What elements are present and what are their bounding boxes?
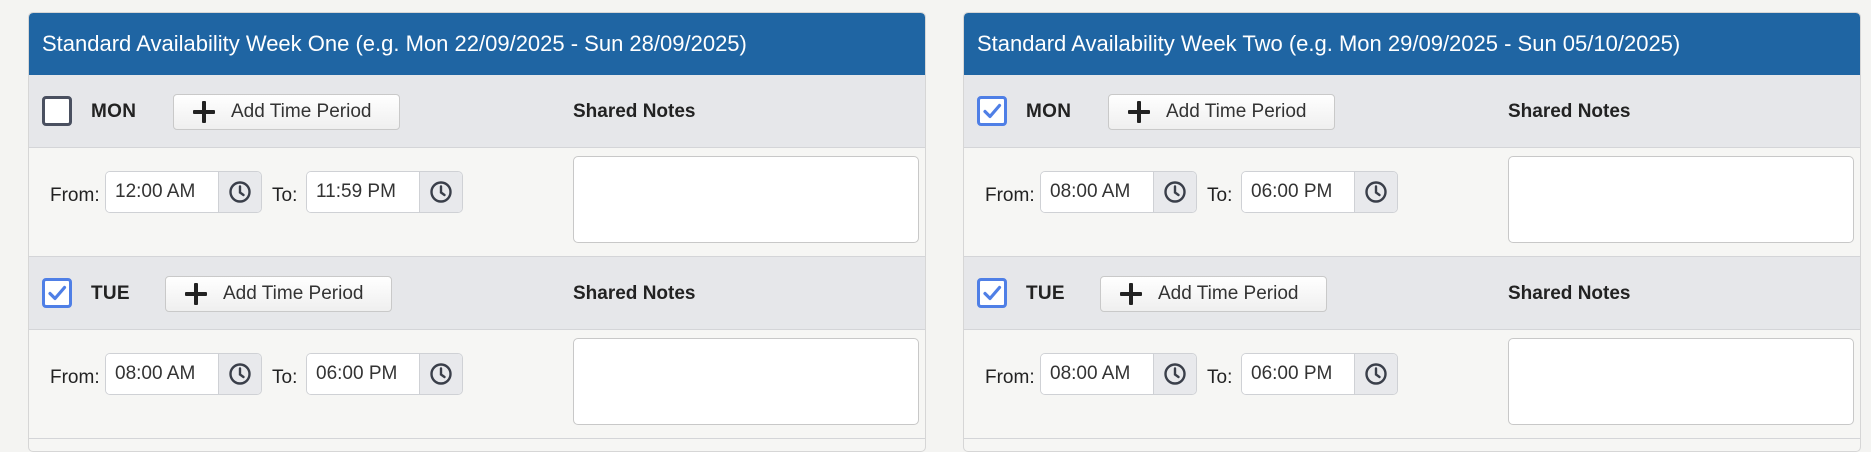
clock-icon[interactable]: [218, 354, 261, 394]
day-label: TUE: [1026, 283, 1065, 304]
add-time-period-button[interactable]: Add Time Period: [165, 276, 392, 312]
day-body-mon: From: To:: [964, 148, 1860, 257]
from-time-input[interactable]: [106, 172, 218, 212]
from-label: From:: [985, 185, 1035, 206]
from-label: From:: [50, 185, 100, 206]
clock-icon[interactable]: [419, 354, 462, 394]
day-body-mon: From: To:: [29, 148, 925, 257]
day-header-tue: TUE Add Time Period Shared Notes: [964, 257, 1860, 330]
week-two-title: Standard Availability Week Two (e.g. Mon…: [964, 13, 1860, 75]
from-label: From:: [50, 367, 100, 388]
to-time-group: [306, 353, 463, 395]
mon-checkbox[interactable]: [42, 96, 72, 126]
to-time-group: [306, 171, 463, 213]
to-label: To:: [1207, 367, 1233, 388]
clock-icon[interactable]: [1153, 172, 1196, 212]
week-two-panel: Standard Availability Week Two (e.g. Mon…: [963, 12, 1861, 452]
day-label: TUE: [91, 283, 130, 304]
shared-notes-label: Shared Notes: [573, 101, 696, 122]
mon-checkbox[interactable]: [977, 96, 1007, 126]
day-body-tue: From: To:: [964, 330, 1860, 439]
to-time-group: [1241, 353, 1398, 395]
add-time-period-label: Add Time Period: [1166, 101, 1307, 122]
week-one-panel: Standard Availability Week One (e.g. Mon…: [28, 12, 926, 452]
to-label: To:: [272, 367, 298, 388]
add-time-period-button[interactable]: Add Time Period: [1100, 276, 1327, 312]
shared-notes-textarea[interactable]: [1508, 338, 1854, 425]
from-time-input[interactable]: [1041, 354, 1153, 394]
clock-icon[interactable]: [419, 172, 462, 212]
to-time-input[interactable]: [307, 354, 419, 394]
from-time-group: [1040, 353, 1197, 395]
plus-icon: [185, 283, 207, 305]
from-time-group: [1040, 171, 1197, 213]
from-time-input[interactable]: [106, 354, 218, 394]
from-time-group: [105, 171, 262, 213]
shared-notes-label: Shared Notes: [573, 283, 696, 304]
to-time-input[interactable]: [307, 172, 419, 212]
shared-notes-label: Shared Notes: [1508, 101, 1631, 122]
shared-notes-textarea[interactable]: [1508, 156, 1854, 243]
to-time-input[interactable]: [1242, 354, 1354, 394]
add-time-period-button[interactable]: Add Time Period: [173, 94, 400, 130]
tue-checkbox[interactable]: [977, 278, 1007, 308]
from-time-input[interactable]: [1041, 172, 1153, 212]
clock-icon[interactable]: [218, 172, 261, 212]
day-header-tue: TUE Add Time Period Shared Notes: [29, 257, 925, 330]
checkmark-icon: [983, 285, 1002, 301]
to-label: To:: [1207, 185, 1233, 206]
from-label: From:: [985, 367, 1035, 388]
add-time-period-button[interactable]: Add Time Period: [1108, 94, 1335, 130]
add-time-period-label: Add Time Period: [223, 283, 364, 304]
to-time-input[interactable]: [1242, 172, 1354, 212]
clock-icon[interactable]: [1153, 354, 1196, 394]
day-header-mon: MON Add Time Period Shared Notes: [964, 75, 1860, 148]
to-label: To:: [272, 185, 298, 206]
from-time-group: [105, 353, 262, 395]
plus-icon: [1128, 101, 1150, 123]
plus-icon: [193, 101, 215, 123]
checkmark-icon: [983, 103, 1002, 119]
shared-notes-textarea[interactable]: [573, 338, 919, 425]
tue-checkbox[interactable]: [42, 278, 72, 308]
shared-notes-textarea[interactable]: [573, 156, 919, 243]
clock-icon[interactable]: [1354, 172, 1397, 212]
checkmark-icon: [48, 285, 67, 301]
day-label: MON: [91, 101, 137, 122]
day-label: MON: [1026, 101, 1072, 122]
add-time-period-label: Add Time Period: [1158, 283, 1299, 304]
day-body-tue: From: To:: [29, 330, 925, 439]
shared-notes-label: Shared Notes: [1508, 283, 1631, 304]
week-one-title: Standard Availability Week One (e.g. Mon…: [29, 13, 925, 75]
plus-icon: [1120, 283, 1142, 305]
to-time-group: [1241, 171, 1398, 213]
add-time-period-label: Add Time Period: [231, 101, 372, 122]
clock-icon[interactable]: [1354, 354, 1397, 394]
day-header-mon: MON Add Time Period Shared Notes: [29, 75, 925, 148]
